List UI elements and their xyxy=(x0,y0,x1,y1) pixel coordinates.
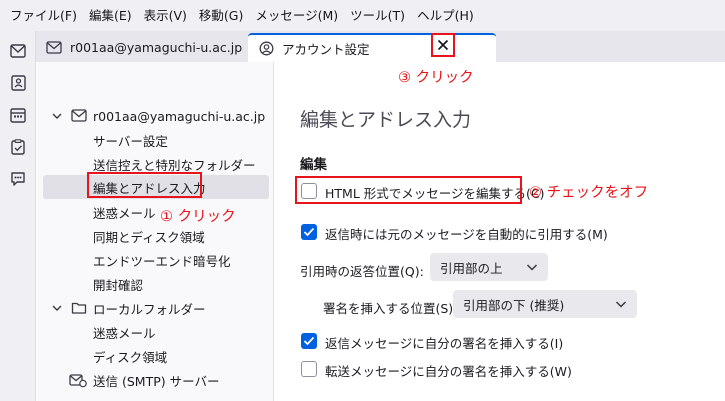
chat-icon[interactable] xyxy=(8,169,28,189)
forward-signature-label[interactable]: 転送メッセージに自分の署名を挿入する(W) xyxy=(325,361,572,380)
address-book-icon[interactable] xyxy=(8,73,28,93)
spaces-toolbar xyxy=(0,31,36,401)
sidebar-item-label: 開封確認 xyxy=(93,277,144,293)
sidebar-item-junk[interactable]: 迷惑メール xyxy=(37,200,274,224)
sidebar-local-folders[interactable]: ローカルフォルダー xyxy=(37,296,274,320)
menu-message[interactable]: メッセージ(M) xyxy=(249,0,344,31)
chevron-down-icon[interactable] xyxy=(51,110,63,122)
folder-icon xyxy=(71,302,87,314)
sidebar-item-e2e[interactable]: エンドツーエンド暗号化 xyxy=(37,248,274,272)
menu-bar: ファイル(F) 編集(E) 表示(V) 移動(G) メッセージ(M) ツール(T… xyxy=(0,0,725,31)
tasks-icon[interactable] xyxy=(8,137,28,157)
section-heading: 編集 xyxy=(300,157,327,173)
reply-signature-label[interactable]: 返信メッセージに自分の署名を挿入する(I) xyxy=(325,333,563,352)
sidebar-item-label: エンドツーエンド暗号化 xyxy=(93,253,231,269)
tab-mail[interactable]: r001aa@yamaguchi-u.ac.jp xyxy=(36,33,246,62)
envelope-icon xyxy=(46,40,62,56)
sidebar-item-label: 迷惑メール xyxy=(93,325,156,341)
tab-bar: r001aa@yamaguchi-u.ac.jp アカウント設定 xyxy=(36,31,725,62)
account-tree: r001aa@yamaguchi-u.ac.jp サーバー設定 送信控えと特別な… xyxy=(37,62,274,401)
mail-space-icon[interactable] xyxy=(8,41,28,61)
tab-mail-label: r001aa@yamaguchi-u.ac.jp xyxy=(70,40,243,55)
sidebar-item-label: サーバー設定 xyxy=(93,133,168,149)
sidebar-account-label: r001aa@yamaguchi-u.ac.jp xyxy=(93,108,266,124)
menu-tools[interactable]: ツール(T) xyxy=(344,0,411,31)
highlight-html-checkbox xyxy=(295,176,522,204)
signature-position-select[interactable]: 引用部の下 (推奨) xyxy=(453,290,637,318)
highlight-composition-item xyxy=(87,172,202,198)
auto-quote-checkbox[interactable] xyxy=(301,224,317,240)
sidebar-item-local-junk[interactable]: 迷惑メール xyxy=(37,320,274,344)
sidebar-item-local-disk[interactable]: ディスク領域 xyxy=(37,344,274,368)
menu-edit[interactable]: 編集(E) xyxy=(83,0,138,31)
sidebar-item-label: 同期とディスク領域 xyxy=(93,229,205,245)
annotation-step1: ① クリック xyxy=(160,209,236,225)
sidebar-smtp-label: 送信 (SMTP) サーバー xyxy=(93,373,220,389)
close-icon xyxy=(437,39,449,51)
checkmark-icon xyxy=(303,227,315,237)
account-settings-icon xyxy=(258,41,274,57)
sidebar-item-label: ディスク領域 xyxy=(93,349,168,365)
tab-account-settings-label: アカウント設定 xyxy=(282,42,370,57)
menu-file[interactable]: ファイル(F) xyxy=(4,0,83,31)
signature-position-label: 署名を挿入する位置(S): xyxy=(323,301,458,316)
sidebar-local-folders-label: ローカルフォルダー xyxy=(93,301,206,317)
menu-go[interactable]: 移動(G) xyxy=(193,0,249,31)
account-mail-icon xyxy=(71,109,87,122)
reply-position-select[interactable]: 引用部の上 xyxy=(430,253,548,281)
chevron-down-icon xyxy=(615,301,627,308)
tab-account-settings[interactable]: アカウント設定 xyxy=(248,33,496,62)
sidebar-item-receipts[interactable]: 開封確認 xyxy=(37,272,274,296)
chevron-down-icon xyxy=(526,264,538,271)
sidebar-item-smtp[interactable]: 送信 (SMTP) サーバー xyxy=(37,368,274,392)
tab-close-button[interactable] xyxy=(431,33,455,57)
sidebar-item-label: 迷惑メール xyxy=(93,205,156,221)
sidebar-item-server[interactable]: サーバー設定 xyxy=(37,128,274,152)
reply-position-value: 引用部の上 xyxy=(440,260,503,276)
calendar-icon[interactable] xyxy=(8,105,28,125)
reply-signature-checkbox[interactable] xyxy=(301,333,317,349)
chevron-down-icon[interactable] xyxy=(51,302,63,314)
outgoing-server-icon xyxy=(69,374,87,388)
annotation-step2: ② チェックをオフ xyxy=(529,185,649,201)
signature-position-value: 引用部の下 (推奨) xyxy=(463,297,565,313)
annotation-step3: ③ クリック xyxy=(398,70,474,86)
settings-pane: 編集とアドレス入力 編集 HTML 形式でメッセージを編集する(C) 返信時には… xyxy=(275,62,725,401)
menu-help[interactable]: ヘルプ(H) xyxy=(411,0,480,31)
reply-position-label: 引用時の返答位置(Q): xyxy=(300,264,424,279)
forward-signature-checkbox[interactable] xyxy=(301,361,317,377)
menu-view[interactable]: 表示(V) xyxy=(138,0,193,31)
auto-quote-label[interactable]: 返信時には元のメッセージを自動的に引用する(M) xyxy=(325,224,608,243)
checkmark-icon xyxy=(303,336,315,346)
sidebar-account[interactable]: r001aa@yamaguchi-u.ac.jp xyxy=(37,104,274,128)
sidebar-item-label: 送信控えと特別なフォルダー xyxy=(93,157,256,173)
sidebar-item-sync[interactable]: 同期とディスク領域 xyxy=(37,224,274,248)
page-title: 編集とアドレス入力 xyxy=(300,109,472,131)
